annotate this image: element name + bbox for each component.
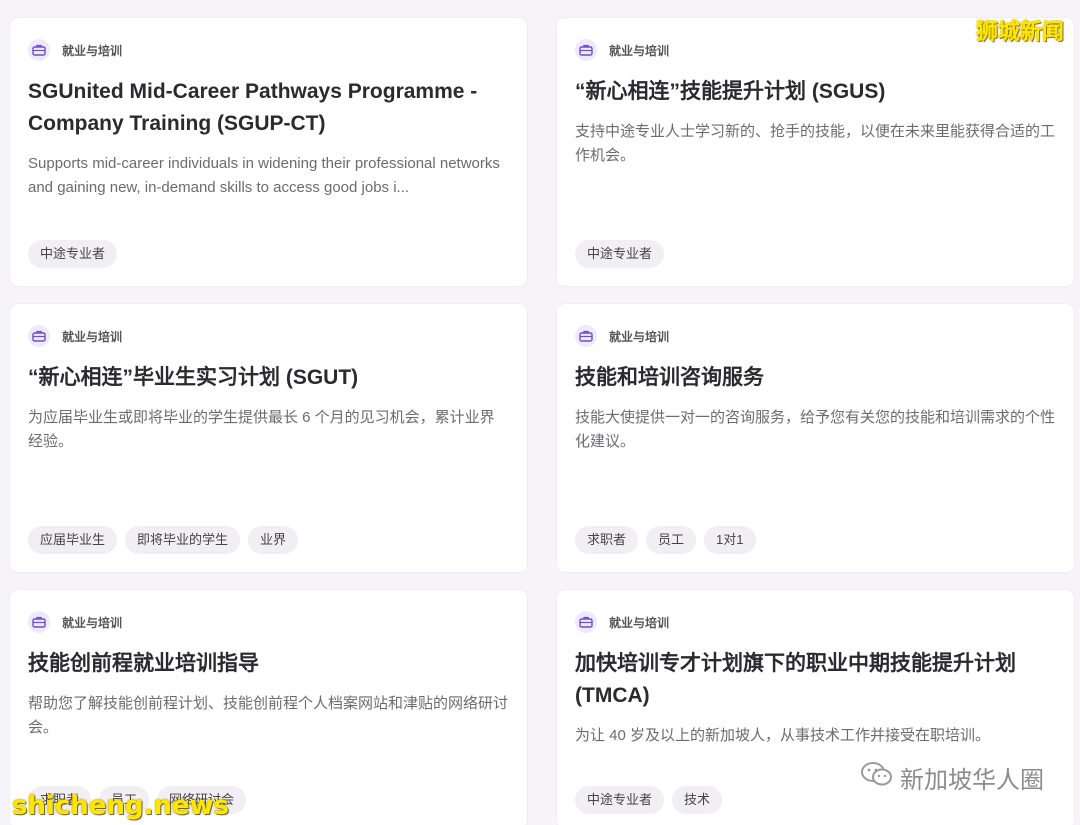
tag: 业界 <box>248 526 299 554</box>
program-grid: 就业与培训 SGUnited Mid-Career Pathways Progr… <box>10 18 1074 825</box>
program-description: 为让 40 岁及以上的新加坡人，从事技术工作并接受在职培训。 <box>575 727 991 744</box>
tag: 应届毕业生 <box>28 526 118 554</box>
tag-list: 中途专业者 <box>575 240 665 268</box>
tag: 1对1 <box>704 526 756 554</box>
category-label: 就业与培训 <box>62 329 123 344</box>
program-card[interactable]: 就业与培训 “新心相连”技能提升计划 (SGUS) 支持中途专业人士学习新的、抢… <box>557 18 1074 286</box>
watermark-bottom-right: 新加坡华人圈 <box>860 760 1044 795</box>
briefcase-icon <box>575 325 597 347</box>
tag: 中途专业者 <box>575 240 665 268</box>
tag: 即将毕业的学生 <box>125 526 241 554</box>
program-title[interactable]: 技能和培训咨询服务 <box>575 362 1056 394</box>
program-title[interactable]: “新心相连”技能提升计划 (SGUS) <box>575 76 1056 108</box>
tag: 员工 <box>646 526 697 554</box>
watermark-text: 新加坡华人圈 <box>900 767 1044 794</box>
category-row: 就业与培训 <box>28 324 509 348</box>
program-description: 支持中途专业人士学习新的、抢手的技能，以便在未来里能获得合适的工作机会。 <box>575 123 1056 164</box>
tag: 中途专业者 <box>575 786 665 814</box>
watermark-bottom-left: shicheng.news <box>12 791 230 821</box>
program-title[interactable]: SGUnited Mid-Career Pathways Programme -… <box>28 76 509 140</box>
wechat-icon <box>860 760 894 795</box>
tag-list: 中途专业者 <box>28 240 118 268</box>
program-card[interactable]: 就业与培训 “新心相连”毕业生实习计划 (SGUT) 为应届毕业生或即将毕业的学… <box>10 304 527 572</box>
category-row: 就业与培训 <box>575 324 1056 348</box>
category-label: 就业与培训 <box>609 329 670 344</box>
briefcase-icon <box>575 39 597 61</box>
program-title[interactable]: “新心相连”毕业生实习计划 (SGUT) <box>28 362 509 394</box>
category-label: 就业与培训 <box>62 43 123 58</box>
briefcase-icon <box>28 325 50 347</box>
program-description: 为应届毕业生或即将毕业的学生提供最长 6 个月的见习机会，累计业界经验。 <box>28 409 495 450</box>
tag: 技术 <box>672 786 723 814</box>
program-description: 帮助您了解技能创前程计划、技能创前程个人档案网站和津贴的网络研讨会。 <box>28 695 509 736</box>
program-card[interactable]: 就业与培训 SGUnited Mid-Career Pathways Progr… <box>10 18 527 286</box>
tag-list: 求职者 员工 1对1 <box>575 526 756 554</box>
briefcase-icon <box>28 39 50 61</box>
tag: 求职者 <box>575 526 639 554</box>
program-description: Supports mid-career individuals in widen… <box>28 155 500 196</box>
tag-list: 中途专业者 技术 <box>575 786 723 814</box>
tag: 中途专业者 <box>28 240 118 268</box>
category-row: 就业与培训 <box>28 610 509 634</box>
watermark-top-right: 狮城新闻 <box>975 20 1064 45</box>
tag-list: 应届毕业生 即将毕业的学生 业界 <box>28 526 299 554</box>
program-title[interactable]: 加快培训专才计划旗下的职业中期技能提升计划 (TMCA) <box>575 648 1056 712</box>
program-card[interactable]: 就业与培训 技能创前程就业培训指导 帮助您了解技能创前程计划、技能创前程个人档案… <box>10 590 527 825</box>
category-row: 就业与培训 <box>575 610 1056 634</box>
category-label: 就业与培训 <box>62 615 123 630</box>
category-label: 就业与培训 <box>609 615 670 630</box>
category-row: 就业与培训 <box>28 38 509 62</box>
program-card[interactable]: 就业与培训 技能和培训咨询服务 技能大使提供一对一的咨询服务，给予您有关您的技能… <box>557 304 1074 572</box>
briefcase-icon <box>575 611 597 633</box>
briefcase-icon <box>28 611 50 633</box>
category-label: 就业与培训 <box>609 43 670 58</box>
program-title[interactable]: 技能创前程就业培训指导 <box>28 648 509 680</box>
program-description: 技能大使提供一对一的咨询服务，给予您有关您的技能和培训需求的个性化建议。 <box>575 409 1056 450</box>
